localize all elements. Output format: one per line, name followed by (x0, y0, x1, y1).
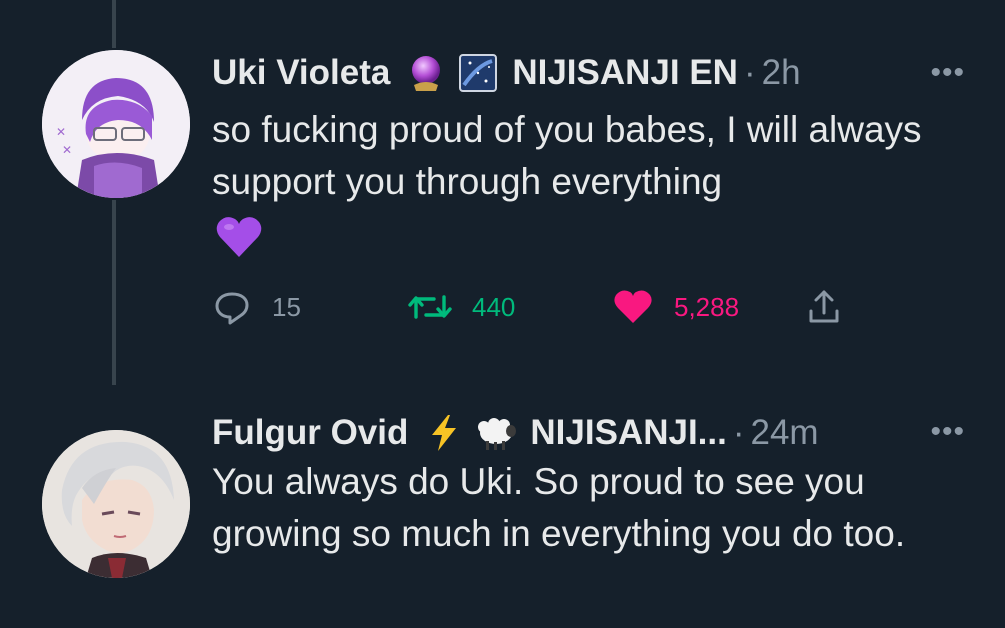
tweet-uki[interactable]: ✕ ✕ Uki Violeta NIJISANJI EN · 2h ••• so… (0, 0, 1005, 390)
svg-text:✕: ✕ (56, 125, 66, 139)
timestamp[interactable]: 24m (751, 413, 819, 453)
retweet-button[interactable]: 440 (408, 284, 515, 330)
reply-button[interactable]: 15 (212, 284, 301, 330)
tweet-header: Fulgur Ovid NIJISANJI... · 24m (212, 410, 819, 456)
retweet-icon (408, 295, 452, 319)
separator: · (743, 53, 756, 92)
tweet-fulgur[interactable]: Fulgur Ovid NIJISANJI... · 24m ••• You a… (0, 390, 1005, 628)
timestamp[interactable]: 2h (762, 53, 801, 93)
lightning-icon (422, 411, 466, 455)
tweet-text: You always do Uki. So proud to see you g… (212, 461, 906, 554)
starry-night-icon (456, 51, 500, 95)
like-count: 5,288 (674, 291, 740, 322)
author-name[interactable]: Fulgur Ovid (212, 413, 408, 453)
svg-text:✕: ✕ (62, 143, 72, 157)
share-icon (809, 290, 839, 323)
purple-heart-icon (214, 213, 264, 261)
separator: · (732, 413, 745, 452)
more-options-icon[interactable]: ••• (930, 56, 965, 90)
tweet-header: Uki Violeta NIJISANJI EN · 2h (212, 50, 801, 96)
avatar[interactable] (42, 430, 190, 578)
reply-count: 15 (272, 291, 301, 322)
sheep-icon (474, 411, 518, 455)
share-button[interactable] (804, 284, 844, 330)
tweet-text: so fucking proud of you babes, I will al… (212, 109, 922, 202)
more-options-icon[interactable]: ••• (930, 415, 965, 449)
avatar[interactable]: ✕ ✕ (42, 50, 190, 198)
reply-icon (215, 292, 249, 325)
author-name[interactable]: Uki Violeta (212, 53, 390, 93)
retweet-count: 440 (472, 291, 516, 322)
like-button[interactable]: 5,288 (612, 284, 739, 330)
affiliation-label: NIJISANJI EN (512, 53, 738, 92)
heart-icon (614, 290, 652, 323)
affiliation-label: NIJISANJI... (530, 413, 727, 452)
crystal-ball-icon (404, 51, 448, 95)
